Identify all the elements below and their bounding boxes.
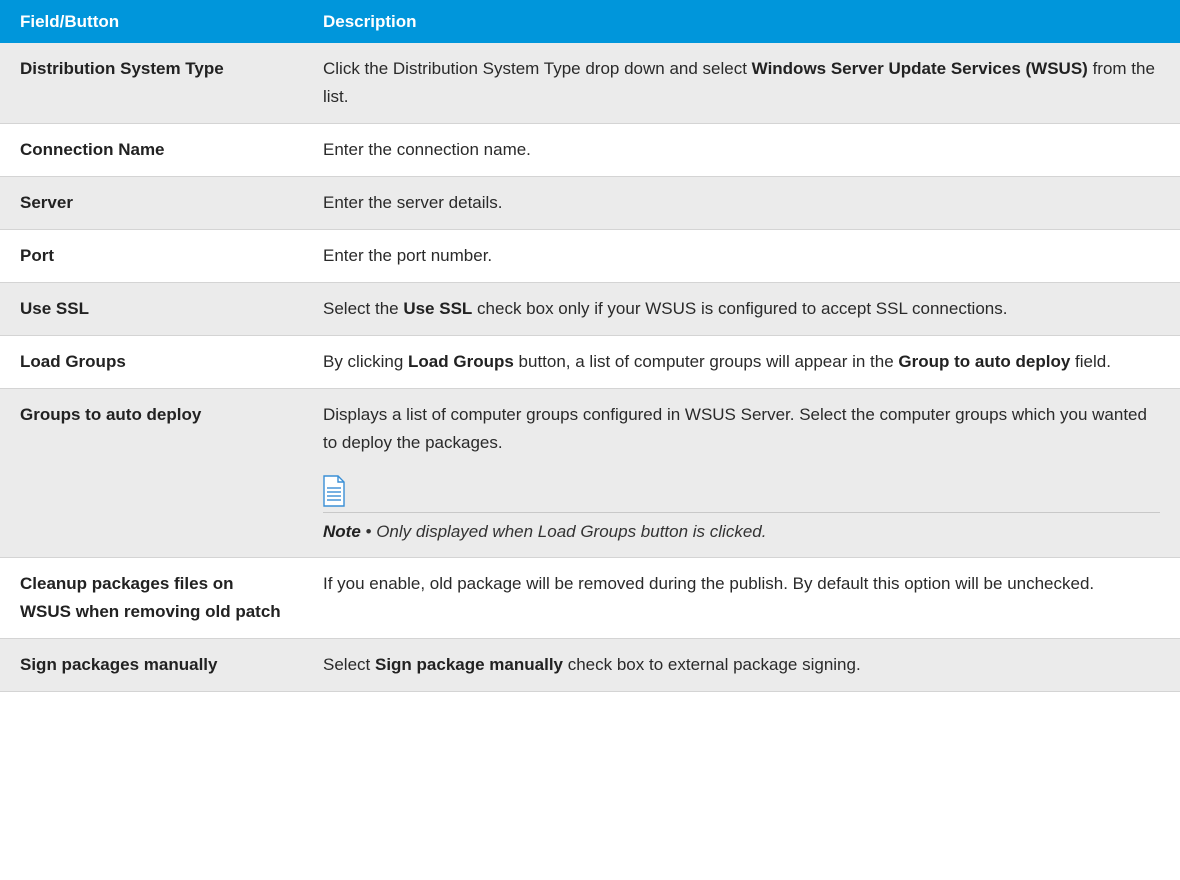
description-emphasis: Sign package manually — [374, 655, 563, 674]
table-row: Groups to auto deploy Displays a list of … — [0, 388, 1180, 558]
description-segment: If you enable, old package will be remov… — [323, 574, 1095, 593]
field-description-table: Field/Button Description Distribution Sy… — [0, 0, 1180, 692]
table-row: Load Groups By clicking Load Groups butto… — [0, 335, 1180, 389]
description-text: Click the Distribution System Type drop … — [323, 55, 1160, 111]
table-row: Distribution System Type Click the Distri… — [0, 43, 1180, 124]
description-segment: Enter the connection name. — [323, 140, 531, 159]
field-name-cell: Distribution System Type — [0, 43, 303, 124]
note-separator: • — [360, 522, 377, 541]
description-segment: Click the Distribution System Type drop … — [323, 59, 752, 78]
description-cell: Enter the port number. — [303, 229, 1180, 283]
description-text: Enter the server details. — [323, 189, 1160, 217]
description-segment: button, a list of computer groups will a… — [513, 352, 899, 371]
description-text: Displays a list of computer groups confi… — [323, 401, 1160, 457]
note-document-icon — [323, 475, 345, 507]
description-cell: Select Sign package manually check box t… — [303, 638, 1180, 692]
note-label: Note — [323, 522, 361, 541]
note-text: Note • Only displayed when Load Groups b… — [323, 513, 1160, 545]
field-name-cell: Sign packages manually — [0, 638, 303, 692]
description-segment: Enter the port number. — [323, 246, 493, 265]
field-name-cell: Port — [0, 229, 303, 283]
description-cell: Enter the connection name. — [303, 123, 1180, 177]
field-name-cell: Cleanup packages files on WSUS when remo… — [0, 557, 303, 639]
description-text: By clicking Load Groups button, a list o… — [323, 348, 1160, 376]
table-row: Cleanup packages files on WSUS when remo… — [0, 557, 1180, 639]
field-name-cell: Use SSL — [0, 282, 303, 336]
description-cell: If you enable, old package will be remov… — [303, 557, 1180, 639]
table-row: Connection Name Enter the connection name… — [0, 123, 1180, 177]
field-name-cell: Connection Name — [0, 123, 303, 177]
note-block: Note • Only displayed when Load Groups b… — [323, 475, 1160, 545]
description-text: Enter the connection name. — [323, 136, 1160, 164]
table-header: Field/Button Description — [0, 0, 1180, 43]
reference-table-container: Field/Button Description Distribution Sy… — [0, 0, 1180, 692]
note-body: Only displayed when Load Groups button i… — [376, 522, 767, 541]
description-cell: Displays a list of computer groups confi… — [303, 388, 1180, 558]
table-row: Port Enter the port number. — [0, 229, 1180, 283]
table-row: Server Enter the server details. — [0, 176, 1180, 230]
description-cell: By clicking Load Groups button, a list o… — [303, 335, 1180, 389]
description-cell: Enter the server details. — [303, 176, 1180, 230]
header-field: Field/Button — [0, 0, 303, 43]
field-name-cell: Load Groups — [0, 335, 303, 389]
description-text: Enter the port number. — [323, 242, 1160, 270]
table-body: Distribution System Type Click the Distri… — [0, 43, 1180, 692]
description-segment: Enter the server details. — [323, 193, 503, 212]
description-emphasis: Group to auto deploy — [898, 352, 1071, 371]
description-segment: field. — [1070, 352, 1111, 371]
description-segment: check box to external package signing. — [563, 655, 861, 674]
description-text: Select the Use SSL check box only if you… — [323, 295, 1160, 323]
description-emphasis: Use SSL — [403, 299, 473, 318]
description-segment: Select — [323, 655, 375, 674]
description-segment: By clicking — [323, 352, 409, 371]
header-row: Field/Button Description — [0, 0, 1180, 43]
description-text: Select Sign package manually check box t… — [323, 651, 1160, 679]
description-text: If you enable, old package will be remov… — [323, 570, 1160, 598]
table-row: Use SSL Select the Use SSL check box only… — [0, 282, 1180, 336]
table-row: Sign packages manually Select Sign packag… — [0, 638, 1180, 692]
header-description: Description — [303, 0, 1180, 43]
field-name-cell: Server — [0, 176, 303, 230]
description-segment: Select the — [323, 299, 404, 318]
description-segment: Displays a list of computer groups confi… — [323, 405, 1147, 452]
description-emphasis: Windows Server Update Services (WSUS) — [751, 59, 1088, 78]
description-emphasis: Load Groups — [408, 352, 514, 371]
description-cell: Select the Use SSL check box only if you… — [303, 282, 1180, 336]
description-segment: check box only if your WSUS is configure… — [472, 299, 1008, 318]
field-name-cell: Groups to auto deploy — [0, 388, 303, 558]
description-cell: Click the Distribution System Type drop … — [303, 43, 1180, 124]
